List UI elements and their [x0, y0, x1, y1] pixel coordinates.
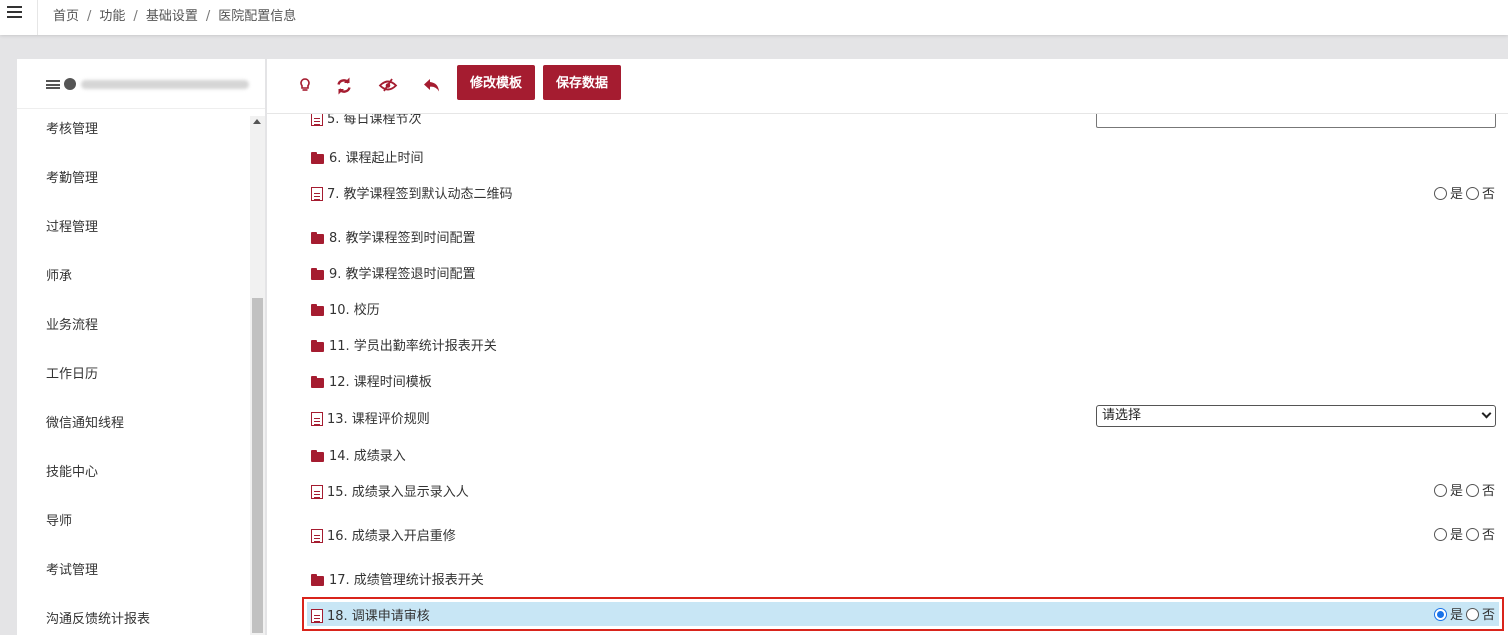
- breadcrumb-home[interactable]: 首页: [53, 9, 79, 24]
- folder-icon: [311, 340, 324, 352]
- refresh-icon[interactable]: [331, 73, 357, 99]
- chevron-down-icon: [1481, 408, 1492, 419]
- document-icon: [311, 609, 323, 623]
- list-item[interactable]: 15. 成绩录入显示录入人: [311, 481, 469, 501]
- list-item[interactable]: 9. 教学课程签退时间配置: [311, 263, 476, 283]
- top-bar: 首页 / 功能 / 基础设置 / 医院配置信息: [0, 0, 1508, 35]
- list-icon: [46, 80, 60, 89]
- breadcrumb: 首页 / 功能 / 基础设置 / 医院配置信息: [53, 9, 297, 24]
- document-icon: [311, 112, 323, 126]
- sidebar-item-work-calendar[interactable]: 工作日历: [46, 363, 98, 382]
- breadcrumb-basic-settings[interactable]: 基础设置: [146, 9, 198, 24]
- sidebar-item-tutor[interactable]: 导师: [46, 510, 72, 529]
- list-item[interactable]: 7. 教学课程签到默认动态二维码: [311, 183, 513, 203]
- radio-group: 是否: [1433, 480, 1495, 500]
- radio-no[interactable]: [1465, 608, 1479, 621]
- sidebar-item-workflow[interactable]: 业务流程: [46, 314, 98, 333]
- sidebar: 考核管理 考勤管理 过程管理 师承 业务流程 工作日历 微信通知线程 技能中心 …: [17, 59, 265, 635]
- bulb-icon[interactable]: [292, 73, 318, 99]
- list-item[interactable]: 17. 成绩管理统计报表开关: [311, 569, 484, 589]
- list-item[interactable]: 14. 成绩录入: [311, 445, 406, 465]
- document-icon: [311, 187, 323, 201]
- folder-icon: [311, 232, 324, 244]
- folder-icon: [311, 574, 324, 586]
- folder-icon: [311, 304, 324, 316]
- list-item[interactable]: 6. 课程起止时间: [311, 147, 424, 167]
- hamburger-menu-icon[interactable]: [0, 0, 38, 35]
- sidebar-scrollbar[interactable]: [250, 116, 265, 635]
- list-item[interactable]: 8. 教学课程签到时间配置: [311, 227, 476, 247]
- radio-yes[interactable]: [1433, 608, 1447, 621]
- radio-no[interactable]: [1465, 484, 1479, 497]
- blurred-user-name: [81, 80, 249, 89]
- sidebar-item-skill-center[interactable]: 技能中心: [46, 461, 98, 480]
- selected-row-background: [307, 602, 1499, 626]
- folder-icon: [311, 376, 324, 388]
- list-item[interactable]: 13. 课程评价规则: [311, 408, 430, 428]
- selected-row-highlight: [302, 597, 1504, 631]
- eye-slash-icon[interactable]: [375, 73, 401, 99]
- edit-template-button[interactable]: 修改模板: [457, 65, 536, 100]
- list-item[interactable]: 12. 课程时间模板: [311, 371, 432, 391]
- sidebar-item-feedback-report[interactable]: 沟通反馈统计报表: [46, 608, 150, 627]
- radio-no[interactable]: [1465, 528, 1479, 541]
- sidebar-item-process[interactable]: 过程管理: [46, 216, 98, 235]
- sidebar-header: [17, 59, 265, 109]
- radio-no[interactable]: [1465, 187, 1479, 200]
- scroll-thumb[interactable]: [252, 298, 263, 633]
- radio-yes[interactable]: [1433, 528, 1447, 541]
- config-list: 5. 每日课程节次 6. 课程起止时间 7. 教学课程签到默认动态二维码 是否 …: [267, 59, 1508, 635]
- toolbar: 修改模板 保存数据: [267, 59, 1508, 114]
- undo-icon[interactable]: [419, 73, 445, 99]
- sidebar-item-attendance[interactable]: 考勤管理: [46, 167, 98, 186]
- sidebar-item-exam[interactable]: 考试管理: [46, 559, 98, 578]
- list-item[interactable]: 10. 校历: [311, 299, 380, 319]
- radio-yes[interactable]: [1433, 484, 1447, 497]
- breadcrumb-hospital-config: 医院配置信息: [218, 9, 297, 24]
- scroll-up-arrow-icon[interactable]: [253, 119, 261, 124]
- radio-yes[interactable]: [1433, 187, 1447, 200]
- folder-icon: [311, 268, 324, 280]
- user-status-icon: [64, 78, 76, 90]
- radio-group: 是否: [1433, 524, 1495, 544]
- list-item[interactable]: 16. 成绩录入开启重修: [311, 525, 456, 545]
- document-icon: [311, 485, 323, 499]
- folder-icon: [311, 152, 324, 164]
- sidebar-item-wechat-notify[interactable]: 微信通知线程: [46, 412, 124, 431]
- folder-icon: [311, 450, 324, 462]
- radio-group: 是否: [1433, 604, 1495, 624]
- document-icon: [311, 529, 323, 543]
- list-item[interactable]: 11. 学员出勤率统计报表开关: [311, 335, 497, 355]
- evaluation-rule-select[interactable]: 请选择: [1096, 405, 1496, 427]
- sidebar-item-assessment[interactable]: 考核管理: [46, 118, 98, 137]
- radio-group: 是否: [1433, 183, 1495, 203]
- list-item-selected[interactable]: 18. 调课申请审核: [311, 605, 430, 625]
- breadcrumb-function[interactable]: 功能: [99, 9, 125, 24]
- save-data-button[interactable]: 保存数据: [543, 65, 622, 100]
- document-icon: [311, 412, 323, 426]
- main-panel: 5. 每日课程节次 6. 课程起止时间 7. 教学课程签到默认动态二维码 是否 …: [267, 59, 1508, 635]
- sidebar-item-mentorship[interactable]: 师承: [46, 265, 72, 284]
